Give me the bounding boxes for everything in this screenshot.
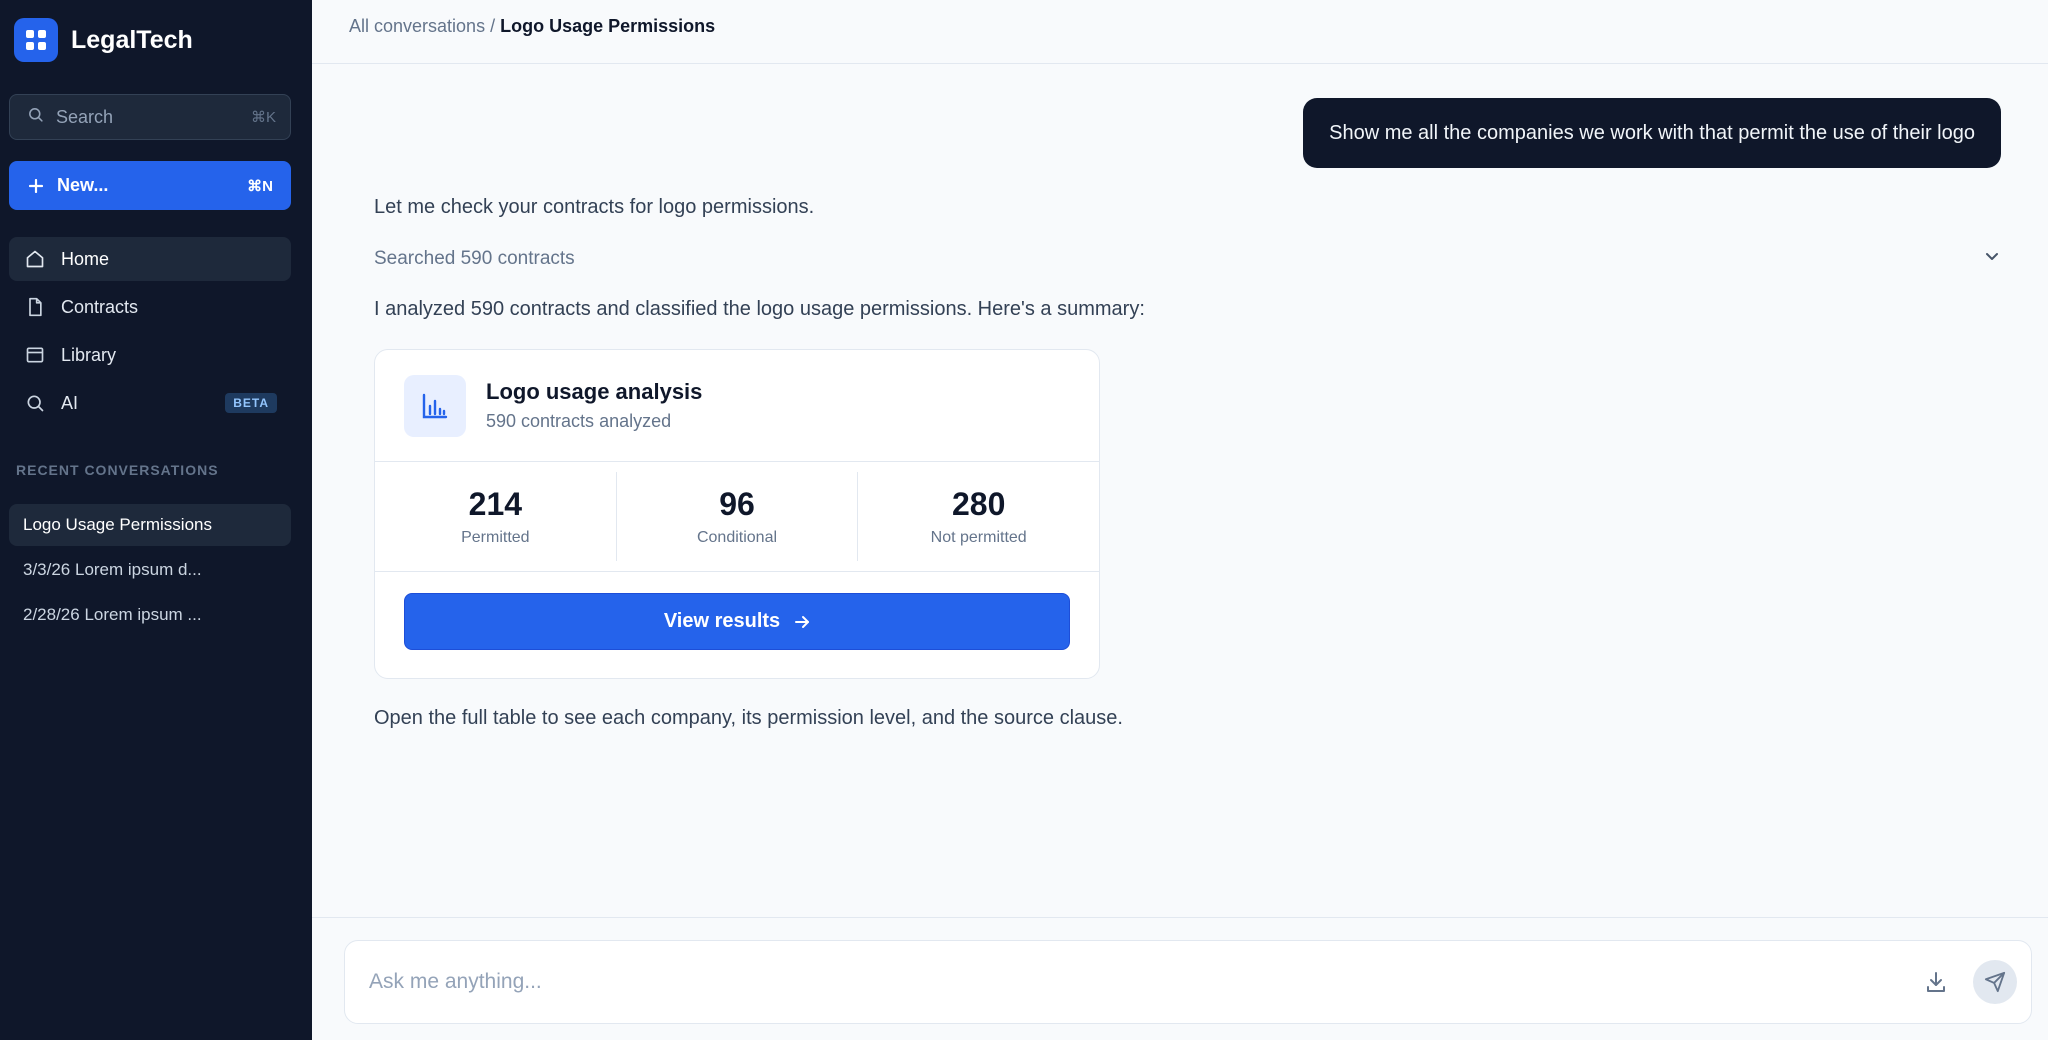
brand[interactable]: LegalTech: [14, 18, 193, 62]
search-icon: [27, 106, 44, 128]
sidebar-item-label: Contracts: [61, 296, 139, 317]
stat-label: Permitted: [461, 529, 530, 546]
message-input-placeholder: Ask me anything...: [369, 970, 542, 993]
send-icon: [1984, 971, 2006, 993]
breadcrumb: All conversations / Logo Usage Permissio…: [349, 16, 715, 37]
sidebar-item-contracts[interactable]: Contracts: [9, 285, 291, 329]
sidebar-item-label: Library: [61, 344, 117, 365]
searched-label: Searched 590 contracts: [374, 248, 575, 269]
breadcrumb-current: Logo Usage Permissions: [500, 16, 716, 36]
send-button[interactable]: [1973, 960, 2017, 1004]
topbar: All conversations / Logo Usage Permissio…: [312, 0, 2048, 64]
sidebar-nav: Home Contracts Library AI BETA: [9, 237, 291, 429]
plus-icon: [28, 174, 44, 198]
message-input[interactable]: Ask me anything...: [344, 940, 2032, 1024]
library-icon: [24, 344, 46, 366]
view-results-button[interactable]: View results: [404, 593, 1070, 650]
stat-permitted: 214 Permitted: [375, 472, 617, 561]
searched-contracts-toggle[interactable]: Searched 590 contracts: [374, 247, 2000, 271]
recent-conversations: Logo Usage Permissions 3/3/26 Lorem ipsu…: [9, 504, 291, 639]
sidebar-item-home[interactable]: Home: [9, 237, 291, 281]
app-name: LegalTech: [71, 25, 193, 54]
logo-usage-card: Logo usage analysis 590 contracts analyz…: [374, 349, 1100, 679]
assistant-summary: I analyzed 590 contracts and classified …: [374, 298, 1145, 320]
sidebar-item-label: Home: [61, 248, 110, 269]
sidebar-item-ai[interactable]: AI BETA: [9, 381, 291, 425]
bar-chart-icon: [404, 374, 466, 437]
breadcrumb-parent[interactable]: All conversations: [349, 16, 485, 36]
recent-conversation-item[interactable]: 2/28/26 Lorem ipsum ...: [9, 594, 291, 636]
search-shortcut: ⌘K: [250, 109, 276, 126]
arrow-right-icon: [794, 614, 810, 630]
stat-conditional: 96 Conditional: [617, 472, 859, 561]
sidebar-item-library[interactable]: Library: [9, 333, 291, 377]
stat-label: Conditional: [696, 529, 778, 546]
stat-value: 280: [951, 486, 1006, 522]
assistant-outro: Open the full table to see each company,…: [374, 707, 1123, 729]
download-icon[interactable]: [1919, 965, 1953, 999]
home-icon: [24, 248, 46, 270]
new-button-shortcut: ⌘N: [247, 177, 273, 195]
search-label: Search: [56, 106, 114, 127]
new-button-label: New...: [57, 175, 109, 195]
stat-value: 96: [719, 486, 755, 522]
sidebar: LegalTech Search ⌘K New... ⌘N Home Contr…: [0, 0, 312, 1040]
card-title: Logo usage analysis: [486, 379, 703, 404]
recent-conversations-title: RECENT CONVERSATIONS: [16, 462, 219, 478]
new-button[interactable]: New... ⌘N: [9, 161, 291, 210]
search-icon: [24, 392, 46, 414]
card-subtitle: 590 contracts analyzed: [486, 411, 672, 431]
composer-area: Ask me anything...: [312, 917, 2048, 1040]
card-header: Logo usage analysis 590 contracts analyz…: [375, 350, 1099, 462]
stats-row: 214 Permitted 96 Conditional 280 Not per…: [375, 462, 1099, 572]
user-message: Show me all the companies we work with t…: [1303, 98, 2001, 168]
view-results-label: View results: [663, 610, 781, 632]
sidebar-search[interactable]: Search ⌘K: [9, 94, 291, 140]
stat-not-permitted: 280 Not permitted: [858, 472, 1099, 561]
document-icon: [24, 296, 46, 318]
assistant-intro: Let me check your contracts for logo per…: [374, 196, 815, 218]
recent-conversation-item[interactable]: 3/3/26 Lorem ipsum d...: [9, 549, 291, 591]
recent-conversation-item[interactable]: Logo Usage Permissions: [9, 504, 291, 546]
grid-icon: [14, 18, 58, 62]
stat-value: 214: [468, 486, 523, 522]
sidebar-item-label: AI: [61, 392, 79, 413]
breadcrumb-separator: /: [490, 16, 496, 36]
beta-badge: BETA: [225, 393, 277, 413]
stat-label: Not permitted: [930, 529, 1027, 546]
chevron-down-icon: [1984, 248, 2000, 270]
